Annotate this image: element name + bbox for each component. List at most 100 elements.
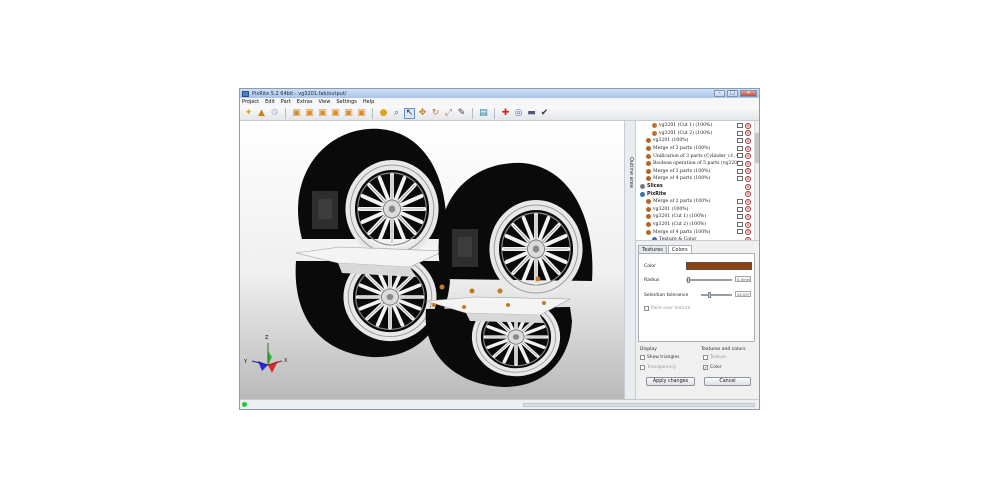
menu-view[interactable]: View xyxy=(318,99,330,105)
view-front-icon[interactable]: ▣ xyxy=(304,108,315,119)
tree-scrollbar[interactable] xyxy=(754,121,759,240)
tree-item[interactable]: vg3201 (100%) xyxy=(646,206,688,214)
visibility-toggle-icon[interactable] xyxy=(737,199,743,204)
maximize-button[interactable]: □ xyxy=(727,90,738,97)
remove-item-icon[interactable]: × xyxy=(745,236,751,240)
radius-slider-thumb[interactable] xyxy=(686,277,690,283)
visibility-toggle-icon[interactable] xyxy=(737,161,743,166)
menu-edit[interactable]: Edit xyxy=(265,99,275,105)
paint-over-texture-checkbox[interactable] xyxy=(644,306,649,311)
visibility-toggle-icon[interactable] xyxy=(737,145,743,151)
sun-light-icon[interactable]: ● xyxy=(378,108,389,119)
tolerance-value-box[interactable]: 44.00° xyxy=(735,291,751,297)
check-icon[interactable]: ✔ xyxy=(539,108,550,119)
paint-brush-icon[interactable]: ✎ xyxy=(456,108,467,119)
visibility-toggle-icon[interactable] xyxy=(737,168,743,174)
remove-item-icon[interactable]: × xyxy=(745,214,751,220)
select-cursor-icon[interactable]: ↖ xyxy=(404,107,415,119)
view-iso-icon[interactable]: ▣ xyxy=(356,108,367,119)
outline-area-tab[interactable]: Outline area xyxy=(624,121,636,399)
remove-item-icon[interactable]: × xyxy=(745,176,751,182)
horizontal-scrollbar[interactable] xyxy=(523,403,755,407)
remove-item-icon[interactable]: × xyxy=(745,229,751,236)
radius-value-box[interactable]: 0.5mm xyxy=(735,276,751,282)
menu-settings[interactable]: Settings xyxy=(336,99,357,105)
visibility-toggle-icon[interactable] xyxy=(737,123,743,128)
tree-item[interactable]: vg3201 (Cut 2) (100%) xyxy=(646,221,706,229)
tolerance-slider[interactable] xyxy=(701,294,732,296)
visibility-toggle-icon[interactable] xyxy=(737,229,743,235)
zoom-icon[interactable]: ⌕ xyxy=(391,108,402,119)
remove-item-icon[interactable]: × xyxy=(745,221,751,228)
visibility-toggle-icon[interactable] xyxy=(737,214,743,220)
transparency-checkbox[interactable] xyxy=(640,365,645,370)
view-top-icon[interactable]: ▣ xyxy=(291,108,302,119)
color-checkbox[interactable]: ✓ xyxy=(703,365,708,370)
3d-viewport[interactable]: Y Z X xyxy=(240,121,624,399)
import-icon[interactable]: ♲ xyxy=(269,108,280,119)
rotate-icon[interactable]: ↻ xyxy=(430,108,441,119)
tree-item[interactable]: Merge of 2 parts (100%) xyxy=(646,145,710,153)
tolerance-slider-thumb[interactable] xyxy=(707,292,711,298)
remove-item-icon[interactable]: × xyxy=(745,183,751,190)
visibility-toggle-icon[interactable] xyxy=(737,153,743,159)
title-bar[interactable]: PixRite 5.2 64bit - vg3201.fab/output/ –… xyxy=(240,89,759,98)
axis-gizmo[interactable] xyxy=(251,343,283,373)
remove-item-icon[interactable]: × xyxy=(745,145,751,152)
color-swatch[interactable] xyxy=(686,262,752,270)
tree-item[interactable]: Slices xyxy=(640,183,663,191)
visibility-toggle-icon[interactable] xyxy=(737,138,743,144)
new-project-icon[interactable]: ✦ xyxy=(243,108,254,119)
view-left-icon[interactable]: ▣ xyxy=(317,108,328,119)
remove-item-icon[interactable]: × xyxy=(745,153,751,160)
remove-item-icon[interactable]: × xyxy=(745,160,751,167)
radius-slider[interactable] xyxy=(686,279,732,281)
tree-item[interactable]: vg3201 (Cut 2) (100%) xyxy=(652,130,712,138)
layers-icon[interactable]: ▤ xyxy=(478,108,489,119)
visibility-toggle-icon[interactable] xyxy=(737,206,743,212)
open-icon[interactable]: ▲ xyxy=(256,108,267,119)
remove-item-icon[interactable]: × xyxy=(745,130,751,137)
menu-project[interactable]: Project xyxy=(242,99,259,105)
menu-help[interactable]: Help xyxy=(363,99,374,105)
close-button[interactable]: ✕ xyxy=(740,90,757,97)
menu-part[interactable]: Part xyxy=(281,99,291,105)
remove-item-icon[interactable]: × xyxy=(745,198,751,205)
remove-item-icon[interactable]: × xyxy=(745,138,751,144)
visibility-toggle-icon[interactable] xyxy=(737,130,743,136)
minimize-button[interactable]: – xyxy=(714,90,725,97)
texture-checkbox[interactable] xyxy=(703,355,708,360)
tree-item[interactable]: Merge of 4 parts (100%) xyxy=(646,175,710,183)
apply-changes-button[interactable]: Apply changes xyxy=(646,377,695,386)
tree-item[interactable]: Merge of 4 parts (100%) xyxy=(646,228,710,236)
remove-item-icon[interactable]: × xyxy=(745,206,751,213)
remove-item-icon[interactable]: × xyxy=(745,168,751,175)
scale-icon[interactable]: ⤢ xyxy=(443,108,454,119)
part-icon xyxy=(646,168,651,174)
right-wheel-lower xyxy=(425,296,572,387)
tree-item[interactable]: Texture & Color xyxy=(652,236,696,240)
visibility-toggle-icon[interactable] xyxy=(737,221,743,227)
tree-item[interactable]: Unification of 3 parts (Cylinder_c1, Cy.… xyxy=(646,152,746,160)
show-triangles-checkbox[interactable] xyxy=(640,355,645,360)
tree-scrollbar-thumb[interactable] xyxy=(755,133,759,163)
view-back-icon[interactable]: ▣ xyxy=(343,108,354,119)
cancel-button[interactable]: Cancel xyxy=(704,377,751,386)
menu-extras[interactable]: Extras xyxy=(297,99,313,105)
remove-item-icon[interactable]: × xyxy=(745,191,751,198)
add-red-cross-icon[interactable]: ✚ xyxy=(500,108,511,119)
tree-item[interactable]: Merge of 2 parts (100%) xyxy=(646,198,710,206)
visibility-toggle-icon[interactable] xyxy=(737,176,743,182)
tree-item[interactable]: Boolean operation of 5 parts (vg3201) xyxy=(646,160,742,168)
remove-item-icon[interactable]: × xyxy=(745,122,751,129)
ruler-icon[interactable]: ▬ xyxy=(526,108,537,119)
tree-item[interactable]: PixRite xyxy=(640,190,666,198)
tree-item[interactable]: vg3201 (100%) xyxy=(646,137,688,145)
view-right-icon[interactable]: ▣ xyxy=(330,108,341,119)
tree-item[interactable]: Merge of 2 parts (100%) xyxy=(646,168,710,176)
tree-item-label: vg3201 (100%) xyxy=(653,138,689,144)
tree-item[interactable]: vg3201 (Cut 1) (100%) xyxy=(652,122,712,130)
move-icon[interactable]: ✥ xyxy=(417,108,428,119)
tree-item[interactable]: vg3201 (Cut 1) (100%) xyxy=(646,213,706,221)
measure-icon[interactable]: ◎ xyxy=(513,108,524,119)
